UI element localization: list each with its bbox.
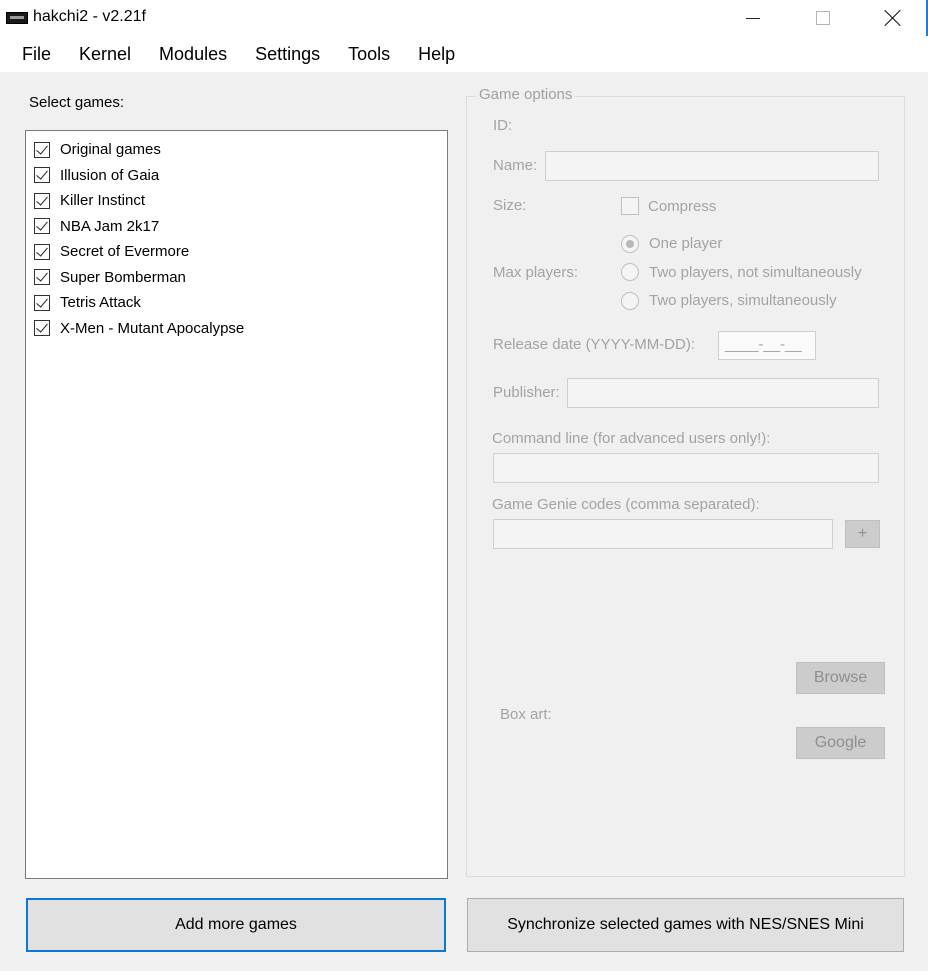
game-checkbox[interactable] <box>34 167 50 184</box>
game-list[interactable]: Original games Illusion of Gaia Killer Ins… <box>25 130 448 879</box>
game-checkbox[interactable] <box>34 320 50 337</box>
game-name: Tetris Attack <box>60 294 141 312</box>
game-list-item[interactable]: X-Men - Mutant Apocalypse <box>26 316 447 342</box>
release-date-input[interactable]: ____-__-__ <box>718 331 816 360</box>
game-checkbox[interactable] <box>34 218 50 235</box>
game-checkbox[interactable] <box>34 243 50 260</box>
minimize-button[interactable] <box>730 0 776 36</box>
compress-label: Compress <box>648 198 717 215</box>
box-art-label: Box art: <box>500 706 552 723</box>
game-name: Killer Instinct <box>60 192 146 210</box>
size-label: Size: <box>493 197 527 214</box>
game-list-item[interactable]: NBA Jam 2k17 <box>26 214 447 240</box>
release-date-label: Release date (YYYY-MM-DD): <box>493 336 696 353</box>
game-checkbox[interactable] <box>34 269 50 286</box>
game-list-item[interactable]: Illusion of Gaia <box>26 163 447 189</box>
maximize-icon <box>816 11 830 25</box>
game-list-item[interactable]: Killer Instinct <box>26 188 447 214</box>
publisher-input[interactable] <box>567 378 879 408</box>
menu-kernel[interactable]: Kernel <box>65 36 145 72</box>
one-player-label: One player <box>649 235 723 252</box>
google-button[interactable]: Google <box>796 727 885 759</box>
app-icon <box>6 12 28 24</box>
game-checkbox[interactable] <box>34 192 50 209</box>
two-players-sim-radio[interactable] <box>621 292 639 310</box>
menu-tools[interactable]: Tools <box>334 36 404 72</box>
one-player-radio[interactable] <box>621 235 639 253</box>
minimize-icon <box>746 17 760 19</box>
menu-file[interactable]: File <box>8 36 65 72</box>
title-bar: hakchi2 - v2.21f <box>0 0 928 36</box>
game-genie-label: Game Genie codes (comma separated): <box>492 496 760 513</box>
two-players-alt-label: Two players, not simultaneously <box>649 264 862 281</box>
publisher-label: Publisher: <box>493 384 560 401</box>
game-name: Original games <box>60 141 161 159</box>
game-name: X-Men - Mutant Apocalypse <box>60 319 245 337</box>
close-icon <box>884 9 902 27</box>
game-options-legend: Game options <box>476 86 576 103</box>
game-checkbox[interactable] <box>34 294 50 311</box>
menu-modules[interactable]: Modules <box>145 36 241 72</box>
game-list-item[interactable]: Super Bomberman <box>26 265 447 291</box>
max-players-label: Max players: <box>493 264 579 281</box>
name-label: Name: <box>493 157 538 174</box>
menu-help[interactable]: Help <box>404 36 469 72</box>
browse-button[interactable]: Browse <box>796 662 885 694</box>
game-name: Illusion of Gaia <box>60 166 160 184</box>
game-checkbox[interactable] <box>34 141 50 158</box>
compress-checkbox[interactable] <box>621 197 639 215</box>
id-label: ID: <box>493 117 513 134</box>
game-list-item[interactable]: Original games <box>26 137 447 163</box>
name-input[interactable] <box>545 151 879 181</box>
maximize-button[interactable] <box>800 0 846 36</box>
game-name: Secret of Evermore <box>60 243 190 261</box>
add-more-games-button[interactable]: Add more games <box>26 898 446 952</box>
command-line-input[interactable] <box>493 453 879 483</box>
close-button[interactable] <box>870 0 916 36</box>
game-genie-input[interactable] <box>493 519 833 549</box>
game-name: Super Bomberman <box>60 268 186 286</box>
command-line-label: Command line (for advanced users only!): <box>492 430 771 447</box>
game-list-item[interactable]: Tetris Attack <box>26 290 447 316</box>
window-title: hakchi2 - v2.21f <box>33 8 146 25</box>
two-players-alt-radio[interactable] <box>621 263 639 281</box>
game-list-item[interactable]: Secret of Evermore <box>26 239 447 265</box>
game-genie-add-button[interactable]: + <box>845 520 880 548</box>
menu-bar: File Kernel Modules Settings Tools Help <box>0 36 928 72</box>
synchronize-button[interactable]: Synchronize selected games with NES/SNES… <box>467 898 904 952</box>
menu-settings[interactable]: Settings <box>241 36 334 72</box>
two-players-sim-label: Two players, simultaneously <box>649 292 837 309</box>
select-games-label: Select games: <box>29 94 125 111</box>
game-name: NBA Jam 2k17 <box>60 217 160 235</box>
